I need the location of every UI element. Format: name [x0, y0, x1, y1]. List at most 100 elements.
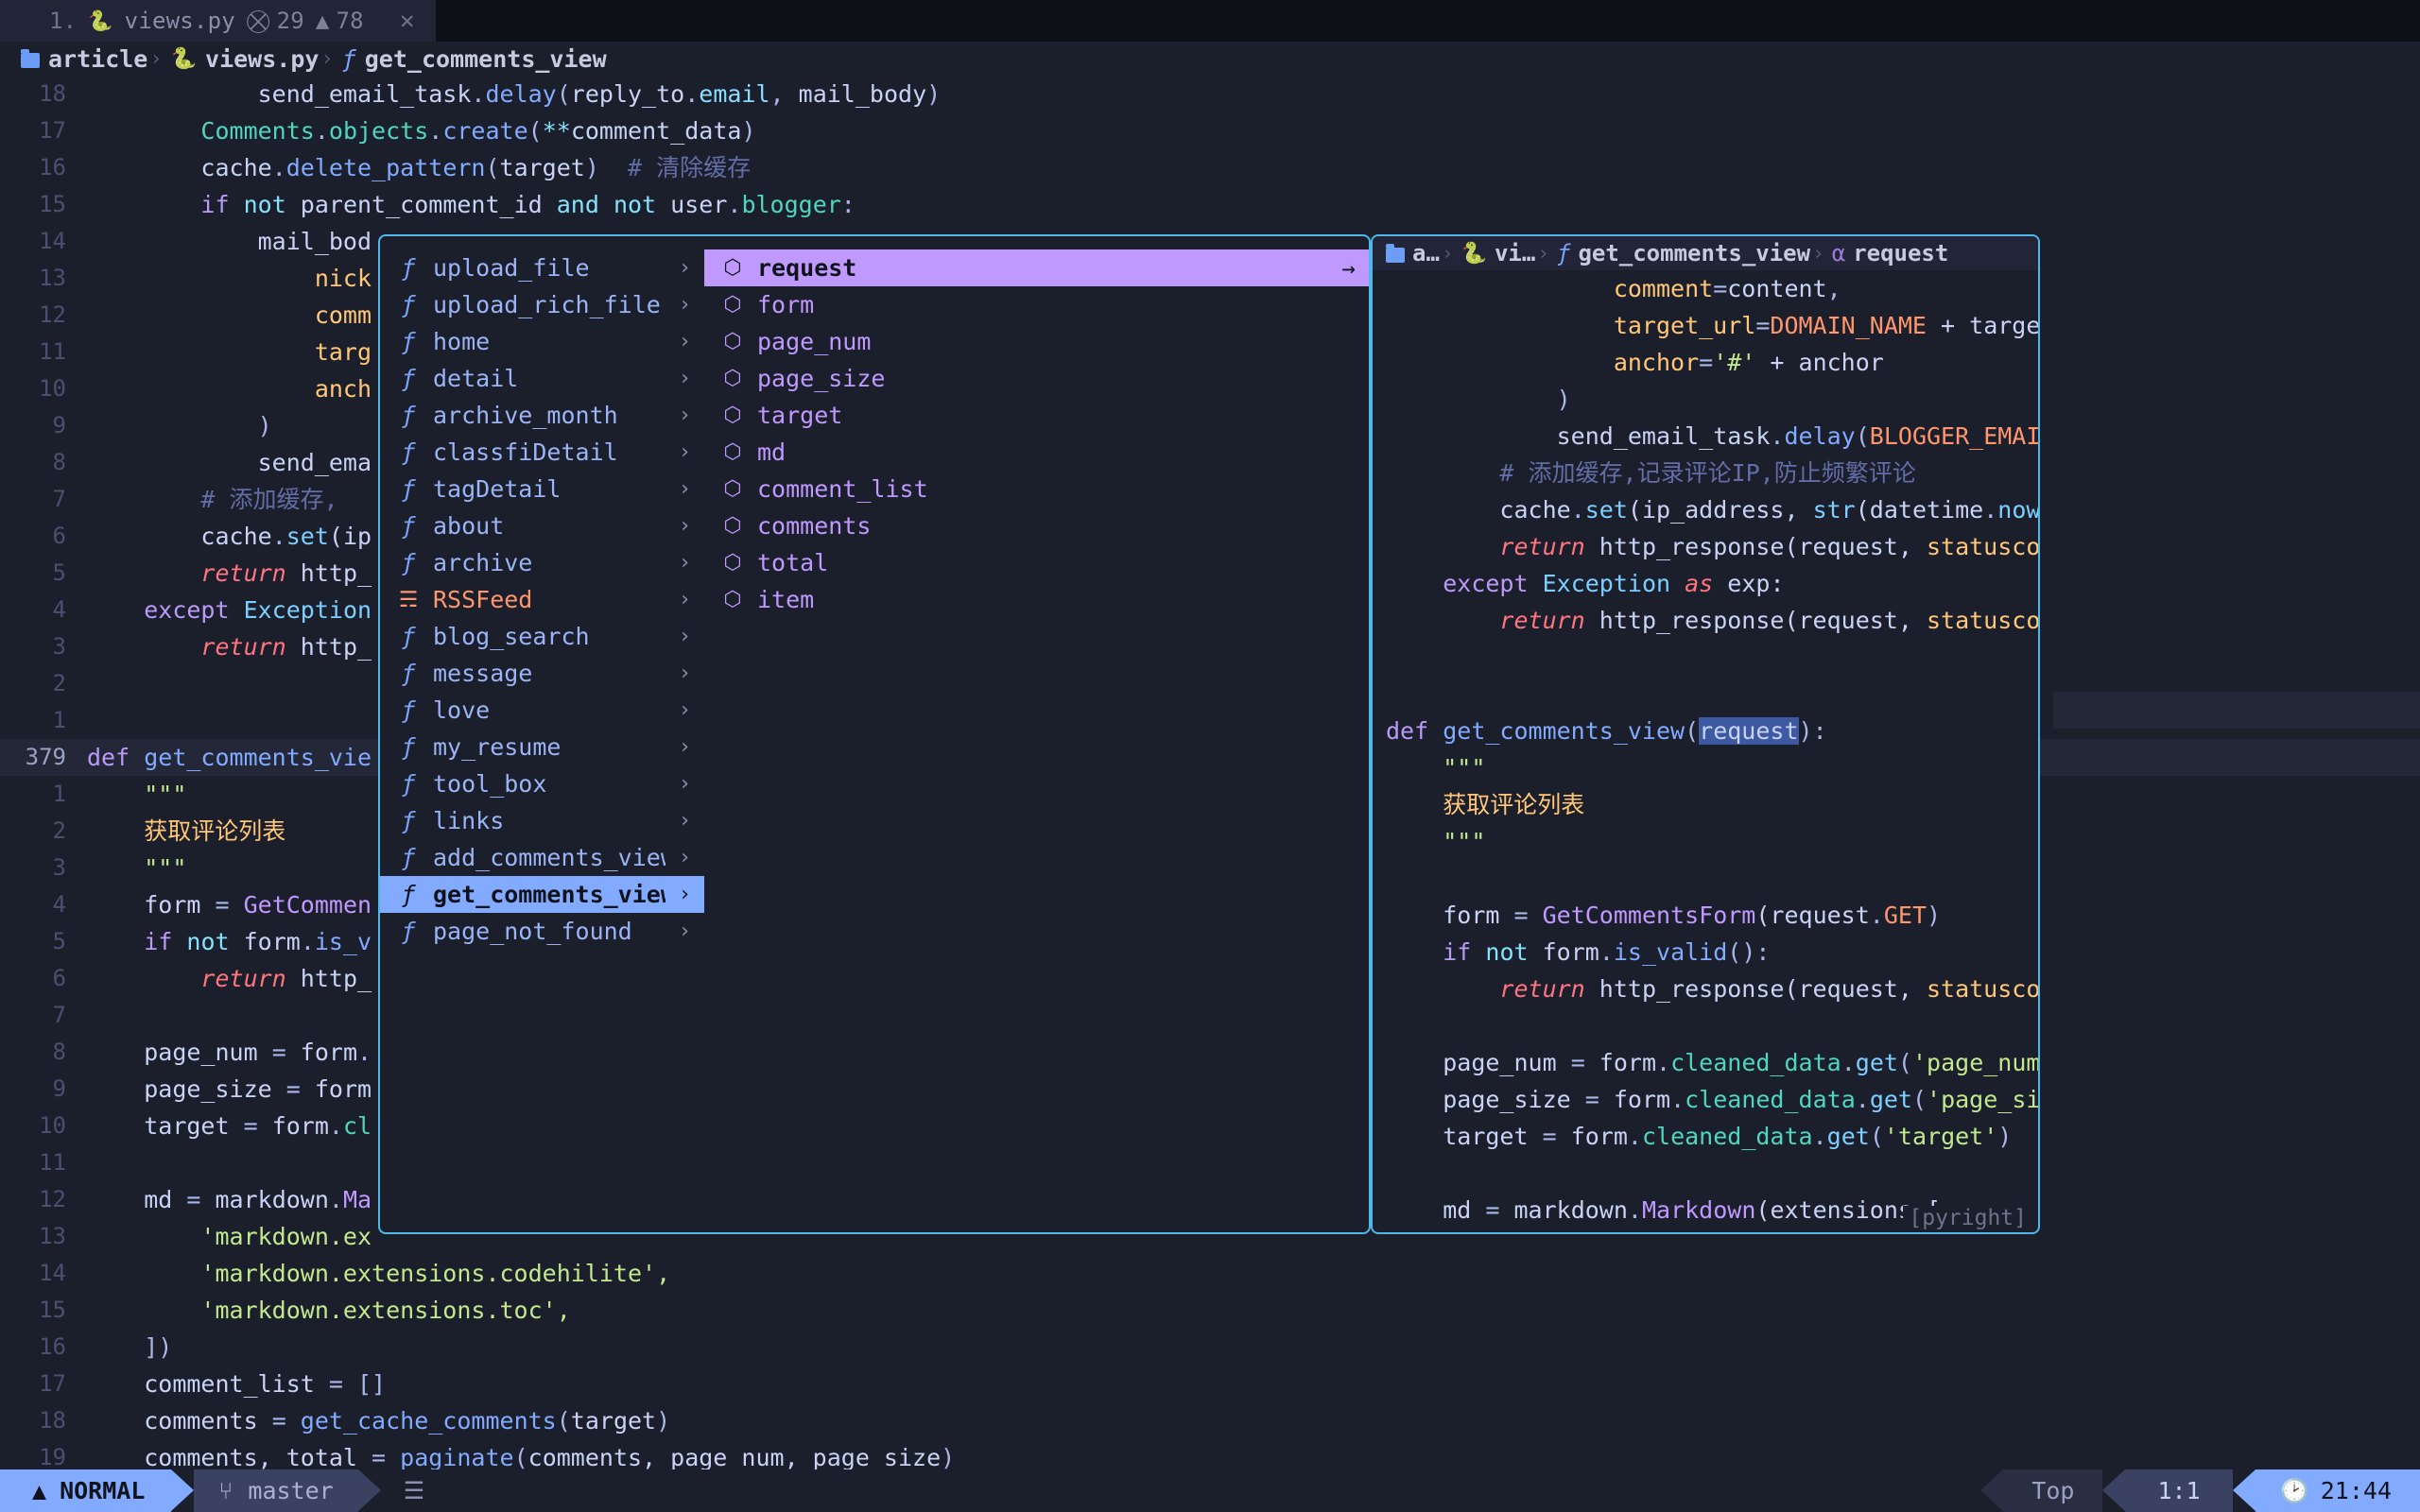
function-icon: ƒ [397, 438, 420, 466]
function-icon: ƒ [397, 402, 420, 429]
editor-tab-views-py[interactable]: 1. 🐍 views.py ⛒ 29 ▲ 78 ✕ [0, 0, 436, 42]
line-number: 8 [0, 1034, 87, 1071]
function-icon: ƒ [397, 328, 420, 355]
menu-item-get-comments-view[interactable]: ƒget_comments_view› [380, 876, 704, 913]
variable-item-item[interactable]: ⬡item [704, 581, 1369, 618]
preview-line: page_size = form.cleaned_data.get('page_… [1373, 1081, 2038, 1118]
menu-item-upload-rich-file[interactable]: ƒupload_rich_file› [380, 286, 704, 323]
menu-item-about[interactable]: ƒabout› [380, 507, 704, 544]
function-icon: ƒ [397, 733, 420, 761]
menu-item-label: links [433, 807, 666, 834]
menu-item-links[interactable]: ƒlinks› [380, 802, 704, 839]
menu-item-label: my_resume [433, 733, 666, 761]
variable-item-label: request [757, 254, 1329, 282]
menu-item-classfiDetail[interactable]: ƒclassfiDetail› [380, 434, 704, 471]
line-number: 12 [0, 1181, 87, 1218]
symbol-menu-functions[interactable]: ƒupload_file›ƒupload_rich_file›ƒhome›ƒde… [378, 234, 704, 1234]
breadcrumb-file[interactable]: 🐍 views.py [171, 45, 320, 73]
menu-item-label: upload_rich_file [433, 291, 666, 318]
variable-item-request[interactable]: ⬡ request → [704, 249, 1369, 286]
variable-item-label: page_num [757, 328, 1342, 355]
menu-item-home[interactable]: ƒhome› [380, 323, 704, 360]
list-icon[interactable]: ☰ [381, 1469, 447, 1512]
breadcrumb-symbol[interactable]: ƒ get_comments_view [342, 45, 607, 73]
menu-item-add-comments-view[interactable]: ƒadd_comments_view› [380, 839, 704, 876]
code-line: 15 'markdown.extensions.toc', [0, 1292, 2420, 1329]
line-number: 13 [0, 1218, 87, 1255]
menu-item-RSSFeed[interactable]: ☴RSSFeed› [380, 581, 704, 618]
status-branch[interactable]: ⑂ master [194, 1469, 357, 1512]
chevron-right-icon: › [679, 514, 691, 538]
line-number: 15 [0, 1292, 87, 1329]
breadcrumb-folder[interactable]: article [21, 45, 147, 73]
breadcrumb-separator: › [149, 47, 162, 71]
preview-param-label: request [1853, 240, 1948, 266]
variable-item-page-size[interactable]: ⬡page_size [704, 360, 1369, 397]
class-icon: ☴ [397, 588, 420, 612]
code-line: 15 if not parent_comment_id and not user… [0, 186, 2420, 223]
breadcrumb: article › 🐍 views.py › ƒ get_comments_vi… [0, 42, 2420, 76]
preview-code: comment=content, target_url=DOMAIN_NAME … [1373, 270, 2038, 1228]
variable-item-comment-list[interactable]: ⬡comment_list [704, 471, 1369, 507]
menu-item-page-not-found[interactable]: ƒpage_not_found› [380, 913, 704, 950]
symbol-menu-variables[interactable]: ⬡ request → ⬡ form ⬡page_num⬡page_size⬡target… [704, 234, 1371, 1234]
preview-breadcrumb-file: 🐍 vi… [1461, 240, 1536, 266]
chevron-right-icon: › [679, 293, 691, 317]
menu-item-detail[interactable]: ƒdetail› [380, 360, 704, 397]
chevron-right-icon: › [679, 404, 691, 427]
status-mode: ▲ NORMAL [0, 1469, 171, 1512]
menu-item-archive[interactable]: ƒarchive› [380, 544, 704, 581]
function-icon: ƒ [397, 512, 420, 540]
arrow-right-icon: → [1342, 255, 1356, 282]
menu-item-label: home [433, 328, 666, 355]
line-number: 1 [0, 776, 87, 813]
chevron-right-icon: › [679, 846, 691, 869]
status-filler [447, 1469, 1980, 1512]
variable-item-form[interactable]: ⬡ form [704, 286, 1369, 323]
line-number: 17 [0, 1366, 87, 1402]
menu-item-love[interactable]: ƒlove› [380, 692, 704, 729]
menu-item-blog-search[interactable]: ƒblog_search› [380, 618, 704, 655]
menu-item-tool-box[interactable]: ƒtool_box› [380, 765, 704, 802]
menu-item-label: blog_search [433, 623, 666, 650]
code-line: 17 comment_list = [] [0, 1366, 2420, 1402]
variable-item-label: item [757, 586, 1342, 613]
line-text: 'markdown.extensions.codehilite', [87, 1255, 2420, 1292]
status-branch-label: master [248, 1477, 333, 1504]
python-icon: 🐍 [88, 9, 112, 33]
menu-item-my-resume[interactable]: ƒmy_resume› [380, 729, 704, 765]
line-number: 9 [0, 1071, 87, 1108]
status-time-label: 21:44 [2321, 1477, 2392, 1504]
menu-item-tagDetail[interactable]: ƒtagDetail› [380, 471, 704, 507]
variable-icon: ⬡ [721, 293, 744, 317]
variable-item-label: form [757, 291, 1342, 318]
line-text: 'markdown.extensions.toc', [87, 1292, 2420, 1329]
alpha-icon: α [1832, 240, 1845, 266]
preview-line [1373, 639, 2038, 676]
preview-line: return http_response(request, statusco [1373, 528, 2038, 565]
preview-line: target = form.cleaned_data.get('target') [1373, 1118, 2038, 1155]
line-number: 1 [0, 702, 87, 739]
variable-item-total[interactable]: ⬡total [704, 544, 1369, 581]
preview-line: 获取评论列表 [1373, 786, 2038, 823]
line-text: cache.delete_pattern(target) # 清除缓存 [87, 149, 2420, 186]
line-number: 6 [0, 960, 87, 997]
variable-icon: ⬡ [721, 256, 744, 280]
variable-item-page-num[interactable]: ⬡page_num [704, 323, 1369, 360]
menu-item-label: RSSFeed [433, 586, 666, 613]
chevron-right-icon: › [679, 256, 691, 280]
function-icon: ƒ [397, 365, 420, 392]
menu-item-archive-month[interactable]: ƒarchive_month› [380, 397, 704, 434]
menu-item-upload-file[interactable]: ƒupload_file› [380, 249, 704, 286]
close-icon[interactable]: ✕ [400, 7, 415, 35]
preview-line: form = GetCommentsForm(request.GET) [1373, 897, 2038, 934]
menu-item-message[interactable]: ƒmessage› [380, 655, 704, 692]
preview-line [1373, 676, 2038, 713]
variable-item-comments[interactable]: ⬡comments [704, 507, 1369, 544]
tab-index: 1. [49, 8, 77, 34]
preview-symbol-label: get_comments_view [1578, 240, 1810, 266]
variable-item-md[interactable]: ⬡md [704, 434, 1369, 471]
variable-item-target[interactable]: ⬡target [704, 397, 1369, 434]
line-number: 11 [0, 334, 87, 370]
function-icon: ƒ [397, 475, 420, 503]
